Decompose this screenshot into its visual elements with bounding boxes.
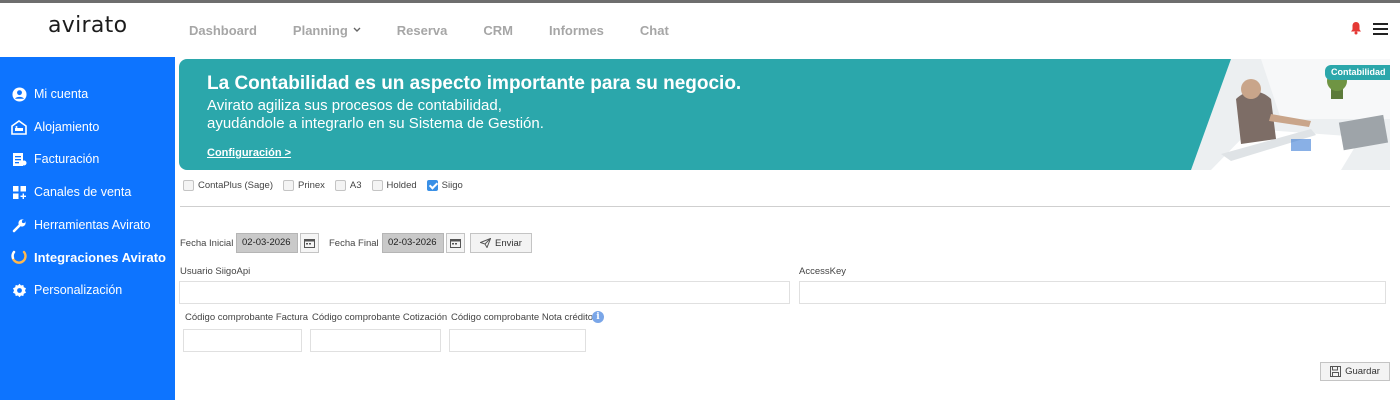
banner-subtitle-line1: Avirato agiliza sus procesos de contabil…: [207, 97, 502, 114]
checkbox-siigo[interactable]: Siigo: [426, 180, 463, 191]
fecha-inicial-input[interactable]: 02-03-2026: [236, 233, 298, 253]
accesskey-input[interactable]: [799, 281, 1386, 304]
wrench-icon: [11, 217, 27, 233]
checkbox-holded[interactable]: Holded: [371, 180, 417, 191]
sidebar-item-label: Herramientas Avirato: [34, 218, 151, 232]
enviar-label: Enviar: [495, 237, 522, 249]
checkbox-box[interactable]: [183, 180, 194, 191]
checkbox-contaplus[interactable]: ContaPlus (Sage): [183, 180, 273, 191]
hotel-icon: [11, 119, 27, 135]
app-logo[interactable]: avirato: [48, 13, 127, 38]
sidebar-item-label: Integraciones Avirato: [34, 249, 166, 265]
sidebar-item-mi-cuenta[interactable]: Mi cuenta: [0, 80, 175, 108]
enviar-button[interactable]: Enviar: [470, 233, 532, 253]
nav-reserva[interactable]: Reserva: [397, 23, 448, 38]
checkbox-label: ContaPlus (Sage): [198, 180, 273, 191]
calendar-icon[interactable]: [300, 233, 319, 253]
save-icon: [1330, 366, 1342, 377]
checkbox-label: Siigo: [441, 180, 463, 191]
fecha-final-input[interactable]: 02-03-2026: [382, 233, 444, 253]
codigo-cotizacion-input[interactable]: [310, 329, 441, 352]
checkbox-box[interactable]: [371, 180, 383, 191]
codigo-nota-credito-input[interactable]: [449, 329, 586, 352]
checkbox-box[interactable]: [282, 180, 294, 191]
main-nav: Dashboard Planning Reserva CRM Informes …: [189, 3, 705, 57]
bell-icon[interactable]: [1350, 21, 1362, 35]
checkbox-box[interactable]: [334, 180, 346, 191]
channels-icon: [11, 184, 27, 200]
nav-dashboard[interactable]: Dashboard: [189, 23, 257, 38]
codigo-cotizacion-label: Código comprobante Cotización: [312, 312, 448, 323]
codigo-nota-credito-label: Código comprobante Nota crédito: [451, 312, 594, 323]
sidebar-item-label: Mi cuenta: [34, 87, 89, 101]
nav-informes[interactable]: Informes: [549, 23, 604, 38]
usuario-siigoapi-label: Usuario SiigoApi: [180, 266, 251, 277]
guardar-button[interactable]: Guardar: [1320, 362, 1390, 381]
sidebar-item-label: Canales de venta: [34, 185, 132, 199]
fecha-inicial-label: Fecha Inicial: [180, 238, 234, 249]
nav-chat[interactable]: Chat: [640, 23, 669, 38]
checkbox-prinex[interactable]: Prinex: [282, 180, 325, 191]
chevron-down-icon: [353, 25, 361, 36]
sidebar-item-label: Facturación: [34, 152, 100, 166]
sidebar-item-label: Personalización: [34, 283, 123, 297]
checkbox-box[interactable]: [426, 180, 438, 191]
checkbox-a3[interactable]: A3: [334, 180, 362, 191]
codigo-factura-label: Código comprobante Factura: [185, 312, 309, 323]
sidebar-item-personalizacion[interactable]: Personalización: [0, 276, 175, 304]
invoice-icon: [11, 151, 27, 167]
checkbox-label: A3: [349, 180, 362, 191]
sidebar-item-integraciones[interactable]: Integraciones Avirato: [0, 243, 175, 271]
nav-crm[interactable]: CRM: [483, 23, 513, 38]
calendar-icon[interactable]: [446, 233, 465, 253]
integration-options: ContaPlus (Sage) Prinex A3 Holded Siigo: [183, 180, 473, 191]
checkbox-label: Prinex: [297, 180, 325, 191]
sidebar-item-facturacion[interactable]: Facturación: [0, 145, 175, 173]
configuracion-link[interactable]: Configuración >: [207, 147, 291, 159]
sidebar-item-alojamiento[interactable]: Alojamiento: [0, 113, 175, 141]
sidebar-item-label: Alojamiento: [34, 120, 100, 134]
divider: [180, 206, 1390, 207]
guardar-label: Guardar: [1345, 366, 1380, 377]
promo-banner: La Contabilidad es un aspecto importante…: [179, 59, 1390, 170]
top-header: avirato Dashboard Planning Reserva CRM I…: [0, 3, 1400, 57]
fecha-final-label: Fecha Final: [329, 238, 379, 249]
info-icon[interactable]: i: [592, 311, 604, 323]
sidebar: Mi cuenta Alojamiento Facturación Canale…: [0, 57, 175, 400]
banner-title: La Contabilidad es un aspecto importante…: [207, 73, 742, 94]
codigo-factura-input[interactable]: [183, 329, 302, 352]
hamburger-menu-icon[interactable]: [1373, 23, 1388, 35]
account-icon: [11, 86, 27, 102]
send-icon: [480, 238, 492, 248]
banner-tag: Contabilidad: [1325, 65, 1390, 80]
accesskey-label: AccessKey: [799, 266, 846, 277]
checkbox-label: Holded: [386, 180, 417, 191]
usuario-siigoapi-input[interactable]: [179, 281, 790, 304]
sidebar-item-canales-de-venta[interactable]: Canales de venta: [0, 178, 175, 206]
gear-icon: [11, 282, 27, 298]
nav-planning[interactable]: Planning: [293, 23, 361, 38]
banner-subtitle-line2: ayudándole a integrarlo en su Sistema de…: [207, 115, 544, 132]
integrations-icon: [11, 249, 27, 265]
sidebar-item-herramientas[interactable]: Herramientas Avirato: [0, 211, 175, 239]
